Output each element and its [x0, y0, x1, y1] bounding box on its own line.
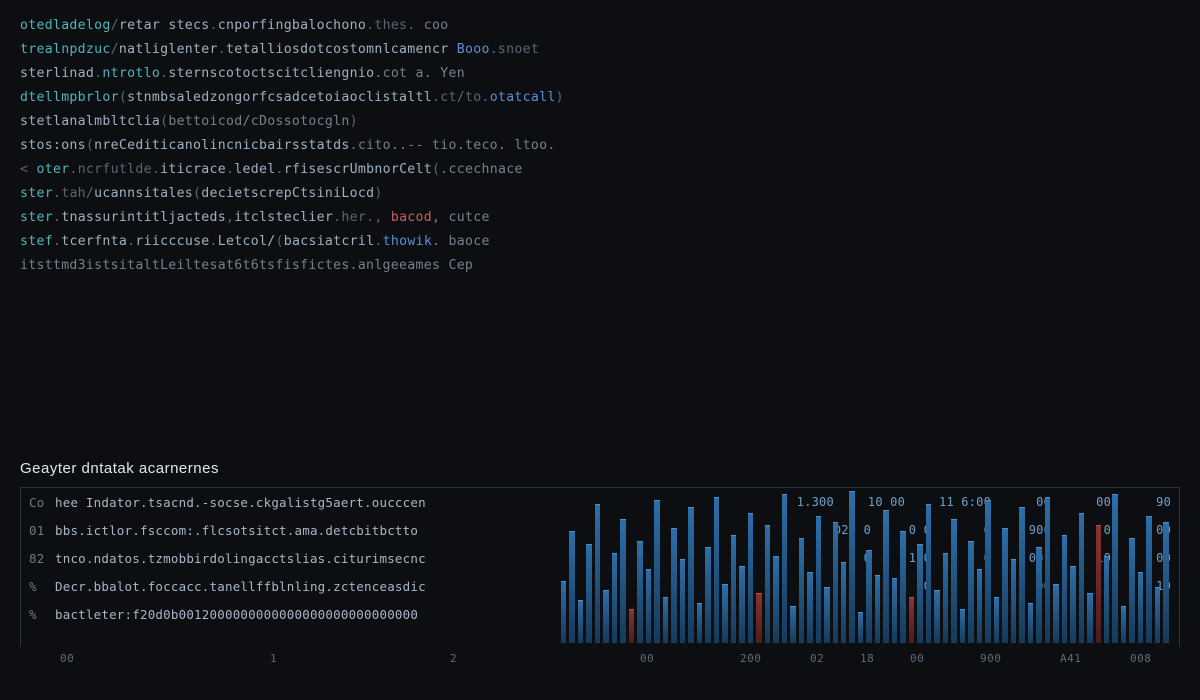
axis-tick: 02 [810, 652, 824, 665]
code-block: otedladelog/retar stecs.cnporfingbalocho… [0, 0, 1200, 278]
axis-tick: 00 [60, 652, 74, 665]
code-line: ster.tah/ucannsitales(decietscrepCtsiniL… [20, 182, 1180, 206]
metrics-panel: Geayter dntatak acarnernes Cohee Indator… [20, 460, 1180, 647]
code-line: stos:ons(nreCediticanolincnicbairsstatds… [20, 134, 1180, 158]
panel-title: Geayter dntatak acarnernes [20, 460, 1180, 477]
axis-tick: 18 [860, 652, 874, 665]
code-line: trealnpdzuc/natliglenter.tetalliosdotcos… [20, 38, 1180, 62]
axis-tick: 2 [450, 652, 457, 665]
code-line: stetlanalmbltclia(bettoicod/cDossotocgln… [20, 110, 1180, 134]
metrics-row: 01bbs.ictlor.fsccom:.flcsotsitct.ama.det… [21, 516, 1179, 544]
axis-tick: 008 [1130, 652, 1151, 665]
metrics-row: 82tnco.ndatos.tzmobbirdolingacctslias.ci… [21, 544, 1179, 572]
code-line: itsttmd3istsitaltLeiltesat6t6tsfisfictes… [20, 254, 1180, 278]
metrics-row: Cohee Indator.tsacnd.-socse.ckgalistg5ae… [21, 488, 1179, 516]
code-line: sterlinad.ntrotlo.sternscotoctscitclieng… [20, 62, 1180, 86]
code-line: stef.tcerfnta.riicccuse.Letcol/(bacsiatc… [20, 230, 1180, 254]
axis-tick: 00 [640, 652, 654, 665]
code-line: dtellmpbrlor(stnmbsaledzongorfcsadcetoia… [20, 86, 1180, 110]
code-line: ster.tnassurintitljacteds,itclsteclier.h… [20, 206, 1180, 230]
axis-tick: 1 [270, 652, 277, 665]
metrics-row: %Decr.bbalot.foccacc.tanellffblnling.zct… [21, 572, 1179, 600]
code-line: < oter.ncrfutlde.iticrace.ledel.rfisescr… [20, 158, 1180, 182]
metrics-row: %bactleter:f20d0b00120000000000000000000… [21, 600, 1179, 628]
axis-tick: A41 [1060, 652, 1081, 665]
panel-box: Cohee Indator.tsacnd.-socse.ckgalistg5ae… [20, 487, 1180, 647]
axis-tick: 00 [910, 652, 924, 665]
code-line: otedladelog/retar stecs.cnporfingbalocho… [20, 14, 1180, 38]
axis-tick: 200 [740, 652, 761, 665]
axis-tick: 900 [980, 652, 1001, 665]
